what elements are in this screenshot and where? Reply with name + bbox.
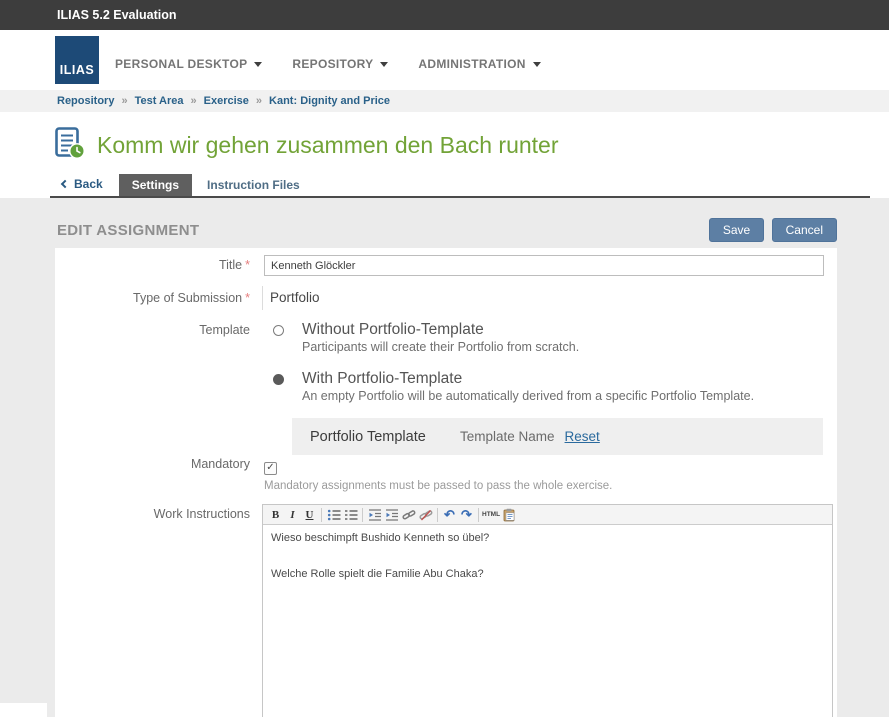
cancel-button[interactable]: Cancel xyxy=(772,218,837,242)
toolbar-separator xyxy=(437,508,438,522)
breadcrumb-item-test-area[interactable]: Test Area xyxy=(135,95,184,107)
remove-link-icon[interactable] xyxy=(417,507,434,523)
redo-icon[interactable]: ↷ xyxy=(458,507,475,523)
form-row-work-instructions: Work Instructions B I U xyxy=(55,504,837,717)
required-marker: * xyxy=(245,291,250,305)
template-label: Template xyxy=(55,314,264,455)
outdent-icon[interactable] xyxy=(366,507,383,523)
chevron-down-icon xyxy=(380,62,388,67)
toolbar-separator xyxy=(478,508,479,522)
exercise-assignment-icon xyxy=(55,127,85,164)
form-header: EDIT ASSIGNMENT Save Cancel xyxy=(0,198,889,242)
submission-type-value: Portfolio xyxy=(262,286,837,310)
app-title: ILIAS 5.2 Evaluation xyxy=(57,8,176,22)
back-link[interactable]: Back xyxy=(62,177,103,191)
radio-without-template[interactable] xyxy=(273,325,284,336)
option-byline: Participants will create their Portfolio… xyxy=(302,340,579,355)
option-title[interactable]: Without Portfolio-Template xyxy=(302,320,579,340)
chevron-left-icon xyxy=(61,180,69,188)
breadcrumb-item-exercise[interactable]: Exercise xyxy=(204,95,249,107)
paste-from-word-icon[interactable] xyxy=(500,507,517,523)
ordered-list-icon[interactable] xyxy=(342,507,359,523)
nav-menu: PERSONAL DESKTOP REPOSITORY ADMINISTRATI… xyxy=(115,57,571,71)
title-input[interactable] xyxy=(264,255,824,276)
page-content-area: EDIT ASSIGNMENT Save Cancel Title* Type … xyxy=(0,198,889,717)
insert-link-icon[interactable] xyxy=(400,507,417,523)
breadcrumb-separator: » xyxy=(191,95,197,107)
form-action-buttons: Save Cancel xyxy=(706,218,837,242)
nav-item-personal-desktop[interactable]: PERSONAL DESKTOP xyxy=(115,57,262,71)
option-title[interactable]: With Portfolio-Template xyxy=(302,369,754,389)
unordered-list-icon[interactable] xyxy=(325,507,342,523)
save-button[interactable]: Save xyxy=(709,218,764,242)
undo-icon[interactable]: ↶ xyxy=(441,507,458,523)
form-row-mandatory: Mandatory ✓ Mandatory assignments must b… xyxy=(55,457,837,493)
html-source-icon[interactable]: HTML xyxy=(482,507,500,523)
chevron-down-icon xyxy=(254,62,262,67)
breadcrumb-separator: » xyxy=(256,95,262,107)
portfolio-template-value: Template Name xyxy=(460,429,555,444)
mandatory-byline: Mandatory assignments must be passed to … xyxy=(264,480,837,493)
nav-item-repository[interactable]: REPOSITORY xyxy=(292,57,388,71)
breadcrumb-item-kant-dignity-and-price[interactable]: Kant: Dignity and Price xyxy=(269,95,390,107)
breadcrumb-item-repository[interactable]: Repository xyxy=(57,95,114,107)
bold-icon[interactable]: B xyxy=(267,507,284,523)
page-title: Komm wir gehen zusammen den Bach runter xyxy=(97,132,559,159)
radio-with-template[interactable] xyxy=(273,374,284,385)
rich-text-editor: B I U xyxy=(262,504,833,717)
submission-type-label: Type of Submission* xyxy=(55,286,264,310)
editor-toolbar: B I U xyxy=(263,505,832,525)
ilias-logo[interactable]: ILIAS xyxy=(55,36,99,84)
top-header-bar: ILIAS 5.2 Evaluation xyxy=(0,0,889,30)
mandatory-checkbox[interactable]: ✓ xyxy=(264,462,277,475)
footer-corner xyxy=(0,703,47,717)
italic-icon[interactable]: I xyxy=(284,507,301,523)
chevron-down-icon xyxy=(533,62,541,67)
instruction-line: Welche Rolle spielt die Familie Abu Chak… xyxy=(271,568,824,581)
required-marker: * xyxy=(245,258,250,272)
tab-bar: Back Settings Instruction Files xyxy=(50,174,870,198)
edit-assignment-form: Title* Type of Submission* Portfolio Tem… xyxy=(55,248,837,717)
mandatory-label: Mandatory xyxy=(55,457,264,493)
section-heading: EDIT ASSIGNMENT xyxy=(57,222,199,239)
portfolio-template-label: Portfolio Template xyxy=(310,429,460,445)
ilias-logo-label: ILIAS xyxy=(60,63,94,77)
object-header: Komm wir gehen zusammen den Bach runter … xyxy=(0,112,889,198)
breadcrumb: Repository » Test Area » Exercise » Kant… xyxy=(0,90,889,112)
toolbar-separator xyxy=(362,508,363,522)
nav-item-administration[interactable]: ADMINISTRATION xyxy=(418,57,540,71)
checkmark-icon: ✓ xyxy=(266,463,274,473)
title-label: Title* xyxy=(55,255,264,276)
work-instructions-label: Work Instructions xyxy=(55,504,264,717)
form-row-template: Template Without Portfolio-Template Part… xyxy=(55,314,837,455)
option-byline: An empty Portfolio will be automatically… xyxy=(302,389,754,404)
nav-item-label: ADMINISTRATION xyxy=(418,57,525,71)
form-row-submission-type: Type of Submission* Portfolio xyxy=(55,286,837,310)
option-without-template: Without Portfolio-Template Participants … xyxy=(264,320,837,355)
toolbar-separator xyxy=(321,508,322,522)
portfolio-template-subform: Portfolio Template Template Name Reset xyxy=(292,418,823,455)
indent-icon[interactable] xyxy=(383,507,400,523)
tab-settings[interactable]: Settings xyxy=(119,174,192,196)
form-row-title: Title* xyxy=(55,255,837,276)
breadcrumb-separator: » xyxy=(121,95,127,107)
option-with-template: With Portfolio-Template An empty Portfol… xyxy=(264,369,837,404)
nav-item-label: REPOSITORY xyxy=(292,57,373,71)
back-link-label: Back xyxy=(74,177,103,191)
instruction-line: Wieso beschimpft Bushido Kenneth so übel… xyxy=(271,532,824,545)
underline-icon[interactable]: U xyxy=(301,507,318,523)
tab-instruction-files[interactable]: Instruction Files xyxy=(194,174,313,196)
reset-link[interactable]: Reset xyxy=(565,429,600,444)
main-nav: ILIAS PERSONAL DESKTOP REPOSITORY ADMINI… xyxy=(0,30,889,90)
editor-content[interactable]: Wieso beschimpft Bushido Kenneth so übel… xyxy=(263,525,832,717)
nav-item-label: PERSONAL DESKTOP xyxy=(115,57,247,71)
